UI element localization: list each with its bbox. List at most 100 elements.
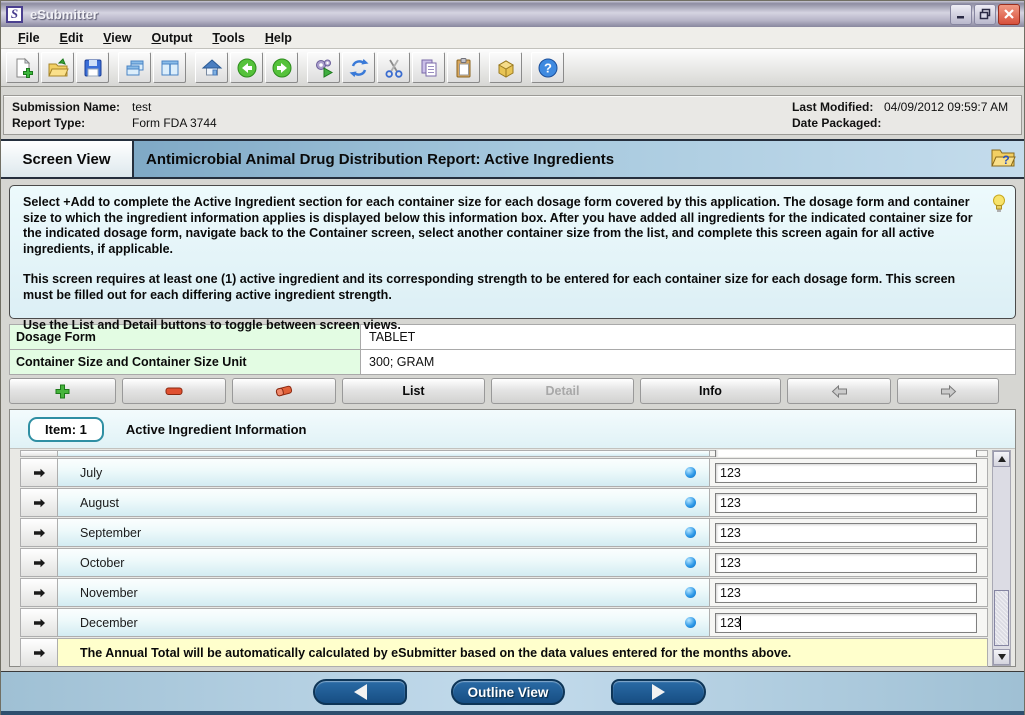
previous-screen-button[interactable] <box>313 679 407 705</box>
add-button[interactable] <box>9 378 116 404</box>
row-expand-button[interactable] <box>20 578 58 607</box>
back-button[interactable] <box>230 52 263 83</box>
screen-view-tab[interactable]: Screen View <box>1 141 134 177</box>
outline-view-button[interactable]: Outline View <box>451 679 565 705</box>
month-row: July <box>20 458 988 487</box>
home-button[interactable] <box>195 52 228 83</box>
month-value-input[interactable] <box>715 553 977 573</box>
next-item-button[interactable] <box>897 378 999 404</box>
remove-all-button[interactable] <box>232 378 336 404</box>
menu-help[interactable]: Help <box>256 29 301 47</box>
partial-row <box>20 450 988 457</box>
scrollbar-track[interactable] <box>993 467 1010 649</box>
month-label: November <box>80 586 138 600</box>
date-packaged-label: Date Packaged: <box>792 116 884 130</box>
remove-button[interactable] <box>122 378 226 404</box>
lightbulb-icon <box>992 194 1006 218</box>
scroll-up-icon <box>998 456 1006 462</box>
scroll-up-button[interactable] <box>993 451 1010 467</box>
menu-bar: File Edit View Output Tools Help <box>1 27 1024 49</box>
cut-button[interactable] <box>377 52 410 83</box>
row-arrow-icon <box>33 618 46 628</box>
detail-button: Detail <box>491 378 634 404</box>
row-arrow-icon <box>33 588 46 598</box>
active-ingredient-panel: Item: 1 Active Ingredient Information <box>9 409 1016 667</box>
list-button[interactable]: List <box>342 378 485 404</box>
row-expand-button[interactable] <box>20 518 58 547</box>
minimize-icon <box>955 8 967 20</box>
text-caret <box>740 616 741 630</box>
menu-view[interactable]: View <box>94 29 140 47</box>
row-expand-button[interactable] <box>20 548 58 577</box>
window-title: eSubmitter <box>30 7 98 22</box>
menu-tools[interactable]: Tools <box>203 29 253 47</box>
vertical-scrollbar[interactable] <box>992 450 1011 666</box>
help-folder-icon: ? <box>990 146 1016 168</box>
app-window: S eSubmitter File Edit View Output Tools… <box>0 0 1025 715</box>
row-arrow-icon <box>33 528 46 538</box>
previous-item-button[interactable] <box>787 378 891 404</box>
screen-title: Antimicrobial Animal Drug Distribution R… <box>146 151 614 168</box>
run-missing-data-button[interactable] <box>307 52 340 83</box>
close-button[interactable] <box>998 4 1020 25</box>
menu-file[interactable]: File <box>9 29 49 47</box>
month-value-input[interactable] <box>715 523 977 543</box>
paste-icon <box>453 57 475 79</box>
close-icon <box>1003 8 1015 20</box>
toolbar: ? <box>1 49 1024 87</box>
split-view-button[interactable] <box>153 52 186 83</box>
next-screen-button[interactable] <box>611 679 706 705</box>
split-view-icon <box>159 57 181 79</box>
annual-total-note: The Annual Total will be automatically c… <box>58 638 988 667</box>
info-button-label: Info <box>699 384 722 398</box>
restore-button[interactable] <box>974 4 996 25</box>
app-logo-icon: S <box>6 6 23 23</box>
list-button-label: List <box>402 384 424 398</box>
screen-title-band: Antimicrobial Animal Drug Distribution R… <box>134 141 1024 177</box>
remove-minus-icon <box>165 387 183 396</box>
screen-help-button[interactable]: ? <box>990 146 1016 173</box>
month-label: October <box>80 556 124 570</box>
open-button[interactable] <box>41 52 74 83</box>
minimize-button[interactable] <box>950 4 972 25</box>
paste-button[interactable] <box>447 52 480 83</box>
row-expand-button[interactable] <box>20 488 58 517</box>
month-value-input[interactable] <box>715 583 977 603</box>
item-header: Item: 1 Active Ingredient Information <box>10 410 1015 448</box>
next-arrow-icon <box>940 385 957 398</box>
new-document-button[interactable] <box>6 52 39 83</box>
month-value-input[interactable] <box>715 493 977 513</box>
submission-name-value: test <box>132 100 151 114</box>
info-button[interactable]: Info <box>640 378 781 404</box>
home-icon <box>201 57 223 79</box>
copy-button[interactable] <box>412 52 445 83</box>
previous-arrow-icon <box>831 385 848 398</box>
container-size-label: Container Size and Container Size Unit <box>9 349 361 375</box>
month-value-input[interactable] <box>715 463 977 483</box>
menu-output[interactable]: Output <box>142 29 201 47</box>
scroll-down-button[interactable] <box>993 649 1010 665</box>
help-icon: ? <box>537 57 559 79</box>
cascade-windows-button[interactable] <box>118 52 151 83</box>
partial-value-input[interactable] <box>715 450 977 457</box>
row-expand-button[interactable] <box>20 638 58 667</box>
save-button[interactable] <box>76 52 109 83</box>
row-expand-button[interactable] <box>20 608 58 637</box>
instruction-paragraph-2: This screen requires at least one (1) ac… <box>23 272 985 303</box>
menu-edit[interactable]: Edit <box>51 29 93 47</box>
container-size-row: Container Size and Container Size Unit 3… <box>9 349 1016 375</box>
row-arrow-icon <box>33 498 46 508</box>
open-folder-icon <box>47 57 69 79</box>
instruction-paragraph-1: Select +Add to complete the Active Ingre… <box>23 195 985 257</box>
scrollbar-thumb[interactable] <box>994 590 1009 646</box>
outline-view-label: Outline View <box>468 685 549 700</box>
forward-button[interactable] <box>265 52 298 83</box>
back-icon <box>236 57 258 79</box>
row-expand-button[interactable] <box>20 458 58 487</box>
package-button[interactable] <box>489 52 522 83</box>
month-value-input[interactable] <box>715 613 977 633</box>
status-dot-icon <box>685 617 696 628</box>
refresh-button[interactable] <box>342 52 375 83</box>
help-button[interactable]: ? <box>531 52 564 83</box>
svg-text:?: ? <box>1002 153 1009 167</box>
